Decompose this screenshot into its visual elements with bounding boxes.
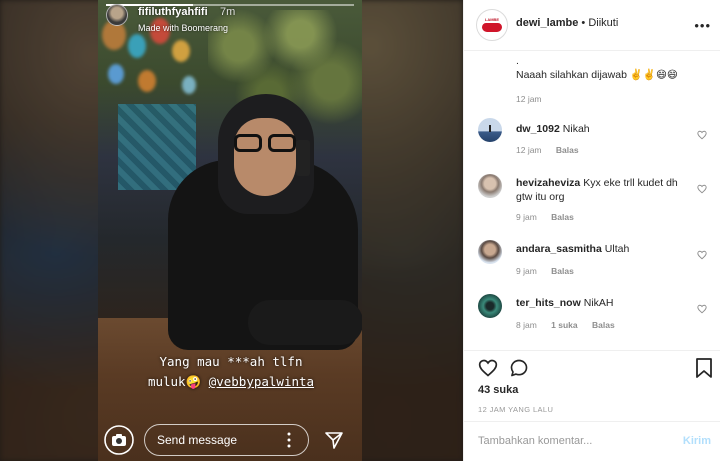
story-caption: Yang mau ***ah tlfn muluk🤪 @vebbypalwint… bbox=[106, 352, 356, 392]
comment-button[interactable] bbox=[509, 358, 529, 378]
camera-button[interactable] bbox=[104, 425, 134, 455]
comment-text: andara_sasmitha Ultah bbox=[516, 242, 691, 256]
comment-like-button[interactable] bbox=[697, 181, 707, 194]
commenter-avatar[interactable] bbox=[478, 174, 502, 198]
comment-like-button[interactable] bbox=[697, 247, 707, 260]
comment-like-button[interactable] bbox=[697, 301, 707, 314]
comment-text: ter_hits_now NikAH bbox=[516, 296, 691, 310]
comment-body: Nikah bbox=[562, 123, 590, 135]
post-comment-button[interactable]: Kirim bbox=[683, 435, 711, 447]
save-button[interactable] bbox=[695, 358, 713, 378]
story-avatar[interactable] bbox=[106, 4, 128, 26]
comment-username[interactable]: dw_1092 bbox=[516, 123, 560, 135]
story-reply-placeholder: Send message bbox=[157, 433, 238, 447]
lamp-decoration bbox=[108, 64, 124, 84]
lamp-decoration bbox=[138, 70, 156, 92]
post-header: LAMBE dewi_lambe • Diikuti ••• bbox=[464, 0, 720, 51]
reply-button[interactable]: Balas bbox=[592, 320, 615, 330]
silhouette-icon bbox=[489, 125, 491, 132]
camera-icon bbox=[104, 425, 134, 455]
likes-count[interactable]: 43 suka bbox=[478, 384, 518, 396]
caption-line-2-prefix: muluk🤪 bbox=[147, 374, 202, 389]
heart-icon bbox=[697, 304, 707, 314]
commenter-avatar[interactable] bbox=[478, 240, 502, 264]
comment-body: NikAH bbox=[583, 297, 614, 309]
lips-logo-icon bbox=[482, 23, 502, 32]
lamp-decoration bbox=[182, 76, 196, 94]
reply-button[interactable]: Balas bbox=[556, 145, 579, 155]
follow-status[interactable]: Diikuti bbox=[588, 17, 618, 29]
heart-icon bbox=[697, 130, 707, 140]
lamp-decoration bbox=[128, 34, 146, 58]
comment-text: hevizaheviza Kyx eke trll kudet dh gtw it… bbox=[516, 176, 691, 204]
logo-text: LAMBE bbox=[484, 17, 500, 22]
glasses bbox=[232, 134, 298, 154]
comment-username[interactable]: andara_sasmitha bbox=[516, 243, 602, 255]
comment-body: Ultah bbox=[604, 243, 630, 255]
comment-username[interactable]: ter_hits_now bbox=[516, 297, 581, 309]
header-separator: • bbox=[581, 17, 586, 29]
like-button[interactable] bbox=[478, 358, 498, 378]
comment-item: . Naaah silahkan dijawab ✌️✌️😄😄 12 jam bbox=[464, 52, 720, 110]
bookmark-icon bbox=[696, 358, 712, 378]
commenter-avatar[interactable] bbox=[478, 118, 502, 142]
comment-time: 9 jam bbox=[516, 212, 537, 222]
story-viewer: fifiluthfyahfifi 7m Made with Boomerang … bbox=[0, 0, 463, 461]
comment-body: Naaah silahkan dijawab ✌️✌️😄😄 bbox=[516, 69, 678, 81]
person-face bbox=[234, 118, 296, 196]
comment-text: dw_1092 Nikah bbox=[516, 122, 691, 136]
comment-text: . Naaah silahkan dijawab ✌️✌️😄😄 bbox=[516, 54, 691, 82]
account-header-text: dewi_lambe • Diikuti bbox=[516, 17, 618, 29]
comment-likes-count[interactable]: 1 suka bbox=[551, 320, 577, 330]
heart-icon bbox=[697, 250, 707, 260]
commenter-avatar[interactable] bbox=[478, 294, 502, 318]
heart-icon bbox=[697, 184, 707, 194]
story-more-button[interactable] bbox=[286, 432, 292, 448]
send-button[interactable] bbox=[324, 430, 344, 450]
add-comment-bar: Tambahkan komentar... Kirim bbox=[464, 421, 720, 461]
comment-username[interactable]: hevizaheviza bbox=[516, 177, 580, 189]
comments-list: . Naaah silahkan dijawab ✌️✌️😄😄 12 jam d… bbox=[464, 52, 720, 350]
caption-line-2: muluk🤪 @vebbypalwinta bbox=[106, 372, 356, 392]
comment-input[interactable]: Tambahkan komentar... bbox=[478, 435, 592, 447]
comment-like-button[interactable] bbox=[697, 127, 707, 140]
caption-line-1: Yang mau ***ah tlfn bbox=[159, 354, 303, 369]
story-frame[interactable]: fifiluthfyahfifi 7m Made with Boomerang … bbox=[98, 0, 362, 461]
account-username[interactable]: dewi_lambe bbox=[516, 17, 578, 29]
comment-item: ter_hits_now NikAH 8 jam 1 suka Balas bbox=[464, 292, 720, 342]
comment-time: 8 jam bbox=[516, 320, 537, 330]
story-time: 7m bbox=[220, 6, 236, 18]
send-icon bbox=[325, 432, 343, 449]
more-options-button[interactable]: ••• bbox=[694, 18, 711, 33]
comment-item: dw_1092 Nikah 12 jam Balas bbox=[464, 118, 720, 168]
comment-time: 12 jam bbox=[516, 94, 542, 104]
comment-meta: 9 jam Balas bbox=[516, 212, 586, 222]
comment-bubble-icon bbox=[510, 359, 528, 377]
comment-time: 12 jam bbox=[516, 145, 542, 155]
phone-in-hand bbox=[296, 140, 310, 176]
story-reply-input[interactable]: Send message bbox=[144, 424, 309, 456]
comment-meta: 12 jam bbox=[516, 94, 554, 104]
comment-meta: 12 jam Balas bbox=[516, 145, 591, 155]
comment-item: hevizaheviza Kyx eke trll kudet dh gtw it… bbox=[464, 172, 720, 226]
reply-button[interactable]: Balas bbox=[551, 212, 574, 222]
story-username[interactable]: fifiluthfyahfifi bbox=[138, 6, 208, 18]
post-actions: 43 suka 12 JAM YANG LALU bbox=[464, 350, 720, 421]
post-panel: LAMBE dewi_lambe • Diikuti ••• . Naaah s… bbox=[463, 0, 720, 461]
account-avatar[interactable]: LAMBE bbox=[476, 9, 508, 41]
caption-mention[interactable]: @vebbypalwinta bbox=[209, 374, 314, 389]
post-date: 12 JAM YANG LALU bbox=[478, 405, 554, 414]
reply-button[interactable]: Balas bbox=[551, 266, 574, 276]
heart-icon bbox=[478, 359, 498, 377]
comment-time: 9 jam bbox=[516, 266, 537, 276]
comment-meta: 9 jam Balas bbox=[516, 266, 586, 276]
story-subtitle[interactable]: Made with Boomerang bbox=[138, 23, 228, 33]
comment-dot: . bbox=[516, 55, 519, 67]
person-arm bbox=[248, 300, 362, 345]
lamp-decoration bbox=[172, 40, 190, 62]
comment-meta: 8 jam 1 suka Balas bbox=[516, 320, 627, 330]
more-vertical-icon bbox=[287, 432, 291, 448]
comment-item: andara_sasmitha Ultah 9 jam Balas bbox=[464, 238, 720, 288]
